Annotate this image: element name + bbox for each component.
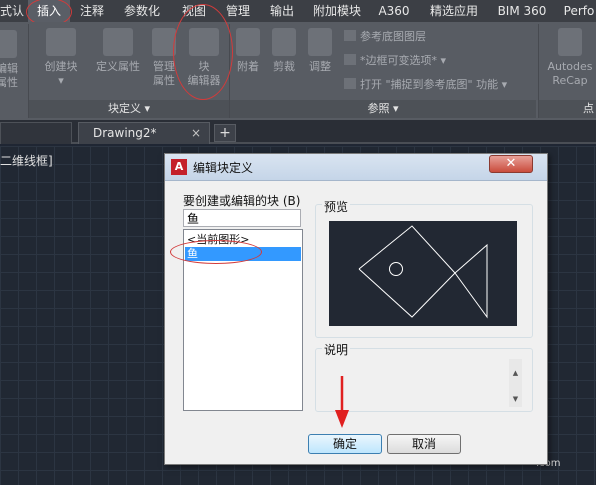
edit-attributes-button-partial[interactable]: 编辑 属性 — [0, 30, 20, 90]
dialog-title-bar[interactable]: A 编辑块定义 ✕ — [165, 154, 547, 181]
adjust-label: 调整 — [309, 60, 331, 73]
attach-button[interactable]: 附着 — [232, 28, 264, 74]
frames-vary-dropdown[interactable]: *边框可变选项* ▾ — [344, 52, 446, 68]
underlay-layers-button[interactable]: 参考底图图层 — [344, 28, 426, 44]
menu-item-featured-apps[interactable]: 精选应用 — [424, 0, 484, 22]
recap-label-2: ReCap — [552, 74, 588, 87]
snap-to-underlays-dropdown[interactable]: 打开 "捕捉到参考底图" 功能 ▾ — [344, 76, 507, 92]
clip-button[interactable]: 剪裁 — [268, 28, 300, 74]
create-block-label: 创建块 — [44, 60, 78, 73]
list-item-fish[interactable]: 鱼 — [185, 247, 301, 261]
viewport-visual-style-label[interactable]: 二维线框] — [0, 152, 53, 169]
menu-item-default-partial[interactable]: 式认 — [0, 0, 24, 22]
frames-vary-label: *边框可变选项* — [360, 54, 437, 67]
menu-bar: 式认 插入 注释 参数化 视图 管理 输出 附加模块 A360 精选应用 BIM… — [0, 0, 596, 22]
clip-label: 剪裁 — [273, 60, 295, 73]
menu-item-view[interactable]: 视图 — [176, 0, 212, 22]
menu-item-a360[interactable]: A360 — [374, 0, 414, 22]
reference-panel-title[interactable]: 参照 ▾ — [230, 100, 536, 118]
description-textbox[interactable] — [316, 359, 523, 407]
menu-item-output[interactable]: 输出 — [264, 0, 300, 22]
cancel-button[interactable]: 取消 — [387, 434, 461, 454]
autocad-logo-icon: A — [171, 159, 187, 175]
block-list[interactable]: <当前图形> 鱼 — [183, 229, 303, 411]
define-attributes-icon — [103, 28, 133, 56]
edit-attributes-icon — [0, 30, 17, 58]
block-editor-label-2: 编辑器 — [187, 74, 221, 87]
snap-to-underlays-label: 打开 "捕捉到参考底图" 功能 — [360, 78, 499, 91]
ribbon: 编辑 属性 创建块 ▾ 定义属性 管理 属性 块 编辑器 块定义 ▾ 附着 剪裁 … — [0, 22, 596, 120]
recap-label-1: Autodes — [547, 60, 593, 73]
manage-attributes-label-2: 属性 — [153, 74, 175, 87]
recap-button-partial[interactable]: Autodes ReCap — [544, 28, 596, 88]
edit-attributes-label-1: 编辑 — [0, 62, 18, 75]
block-editor-button[interactable]: 块 编辑器 — [180, 28, 228, 88]
description-scrollbar[interactable]: ▲ ▼ — [509, 359, 522, 407]
menu-item-annotate[interactable]: 注释 — [74, 0, 110, 22]
preview-label: 预览 — [322, 198, 351, 215]
description-label: 说明 — [322, 341, 351, 358]
frames-icon — [344, 54, 356, 65]
scroll-up-icon[interactable]: ▲ — [509, 369, 522, 377]
point-cloud-panel-title-partial[interactable]: 点 — [539, 100, 596, 118]
underlay-layers-label: 参考底图图层 — [360, 30, 426, 43]
block-editor-icon — [189, 28, 219, 56]
tab-drawing2-label: Drawing2* — [93, 126, 157, 140]
create-block-icon — [46, 28, 76, 56]
edit-attributes-label-2: 属性 — [0, 76, 18, 89]
block-name-label: 要创建或编辑的块 (B) — [183, 194, 301, 208]
menu-item-insert[interactable]: 插入 — [28, 0, 70, 22]
attach-label: 附着 — [237, 60, 259, 73]
dialog-title: 编辑块定义 — [193, 161, 254, 175]
menu-item-addins[interactable]: 附加模块 — [308, 0, 366, 22]
menu-item-parametric[interactable]: 参数化 — [118, 0, 166, 22]
scroll-down-icon[interactable]: ▼ — [509, 395, 522, 403]
list-item-current-drawing[interactable]: <当前图形> — [185, 233, 301, 247]
tab-start-partial[interactable] — [0, 122, 72, 144]
block-definition-panel-title[interactable]: 块定义 ▾ — [29, 100, 229, 118]
menu-item-performance-partial[interactable]: Perfo — [562, 0, 596, 22]
define-attributes-button[interactable]: 定义属性 — [90, 28, 146, 74]
close-button[interactable]: ✕ — [489, 155, 533, 173]
manage-attributes-icon — [152, 28, 176, 56]
clip-icon — [272, 28, 296, 56]
block-name-input[interactable] — [183, 209, 301, 227]
fish-block-preview-drawing — [358, 225, 488, 319]
document-tab-bar: Drawing2* × + — [0, 120, 596, 144]
create-block-button[interactable]: 创建块 ▾ — [36, 28, 86, 88]
close-icon[interactable]: × — [191, 123, 201, 143]
edit-block-definition-dialog: A 编辑块定义 ✕ 要创建或编辑的块 (B) <当前图形> 鱼 预览 说明 ▲ … — [164, 153, 548, 465]
menu-item-manage[interactable]: 管理 — [220, 0, 256, 22]
menu-item-bim360[interactable]: BIM 360 — [494, 0, 550, 22]
reference-panel-title-label: 参照 — [367, 102, 390, 115]
manage-attributes-button[interactable]: 管理 属性 — [148, 28, 180, 88]
adjust-icon — [308, 28, 332, 56]
tab-drawing2[interactable]: Drawing2* × — [78, 122, 210, 144]
block-preview — [329, 221, 517, 326]
attach-icon — [236, 28, 260, 56]
adjust-button[interactable]: 调整 — [304, 28, 336, 74]
block-editor-label-1: 块 — [198, 60, 210, 73]
manage-attributes-label-1: 管理 — [153, 60, 175, 73]
underlay-layers-icon — [344, 30, 356, 41]
new-tab-button[interactable]: + — [214, 124, 236, 142]
snap-icon — [344, 78, 356, 89]
define-attributes-label: 定义属性 — [96, 60, 140, 73]
ok-button[interactable]: 确定 — [308, 434, 382, 454]
recap-icon — [558, 28, 582, 56]
